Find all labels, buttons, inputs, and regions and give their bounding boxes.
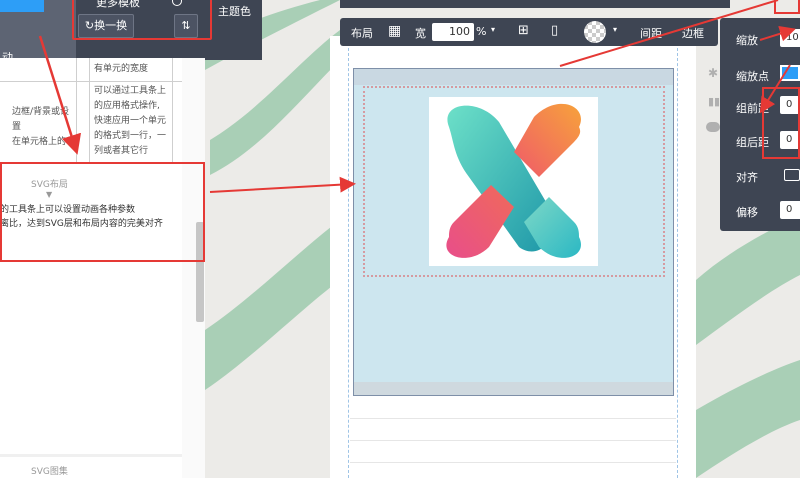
- arrow-line: [559, 0, 779, 67]
- arrow-line: [209, 176, 356, 193]
- arrow-line: [38, 35, 82, 155]
- arrow-line: [759, 25, 796, 42]
- arrow-line: [759, 64, 791, 114]
- annotation-arrows: [38, 0, 796, 193]
